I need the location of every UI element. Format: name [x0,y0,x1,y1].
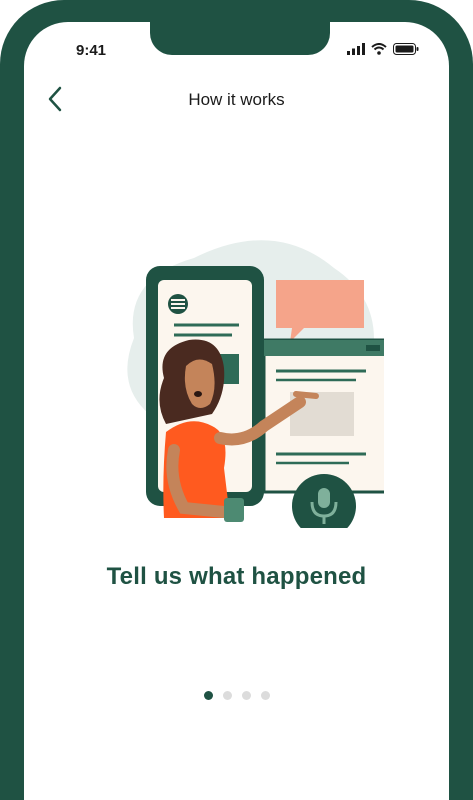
battery-icon [393,42,419,60]
page-indicator [24,691,449,700]
page-dot[interactable] [222,691,232,700]
status-time: 9:41 [76,42,107,59]
page-dot-active[interactable] [203,691,213,700]
page-dot[interactable] [260,691,270,700]
signal-icon [347,42,365,60]
screen: 9:41 How it works Tell us what happened [24,22,449,800]
page-title: How it works [188,90,285,109]
person-phone-voice-illustration [94,218,388,538]
onboarding-headline: Tell us what happened [106,563,367,590]
wifi-icon [371,42,387,60]
status-icons [347,42,419,60]
page-dot[interactable] [241,691,251,700]
phone-frame: 9:41 How it works Tell us what happened [0,0,473,800]
device-notch [150,22,330,55]
